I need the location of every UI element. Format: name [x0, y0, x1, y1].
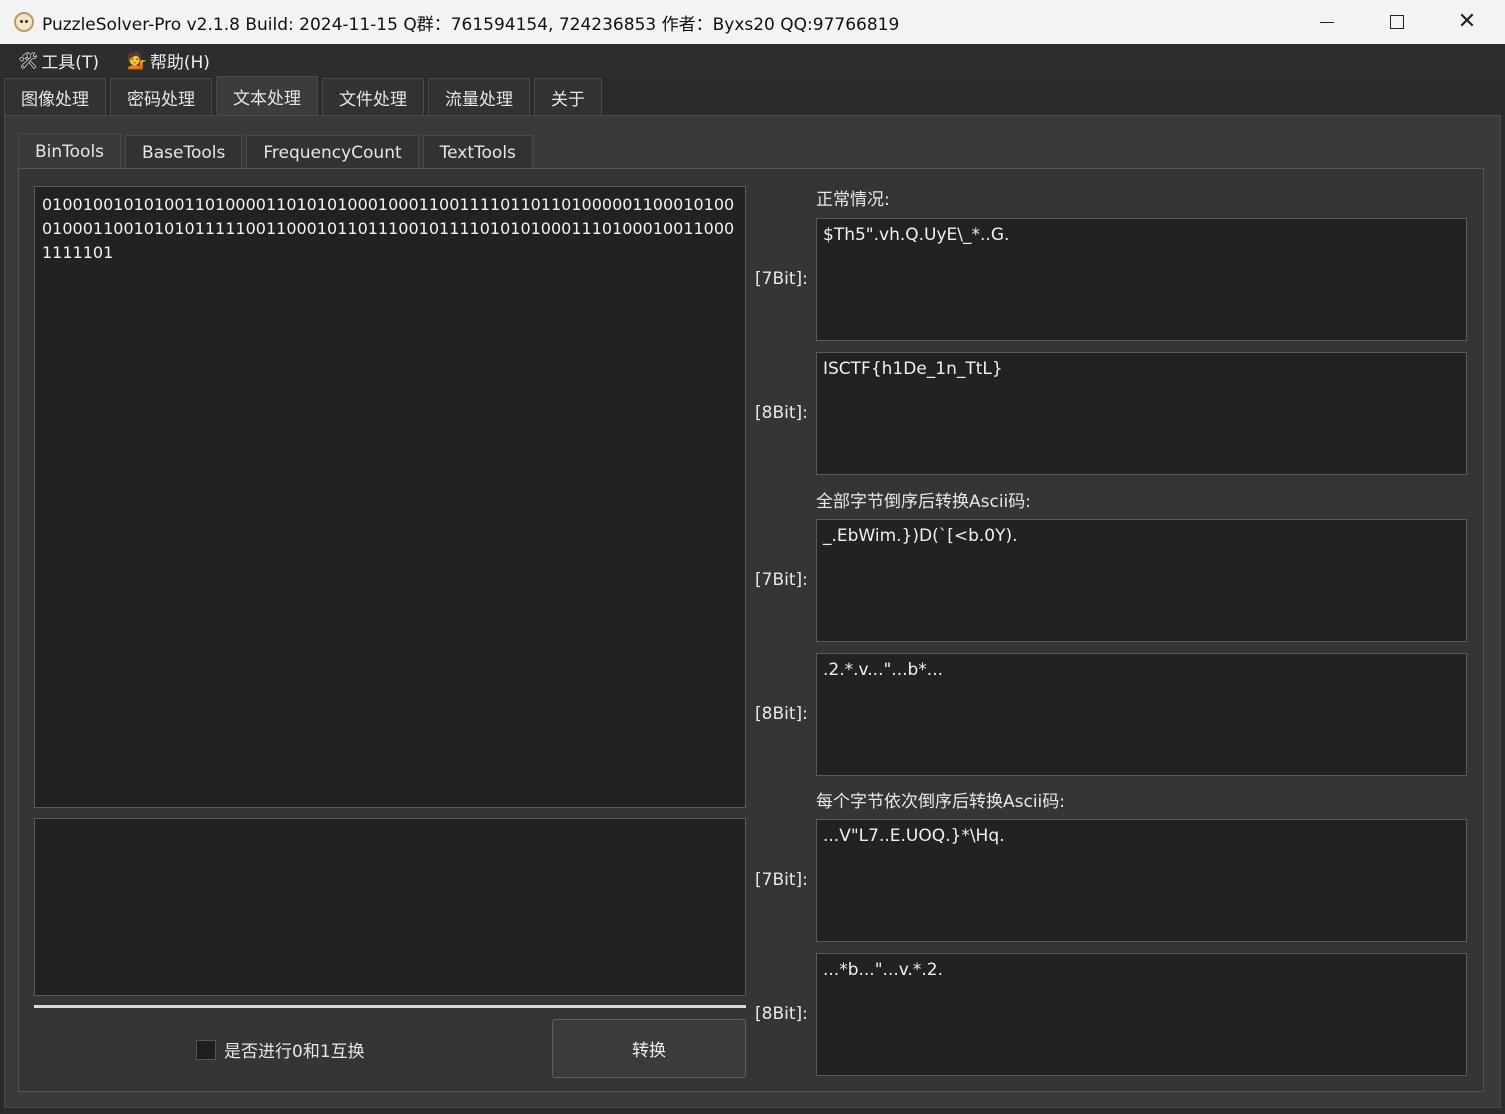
menu-bar: 🛠 工具(T) 💁 帮助(H): [0, 44, 1505, 76]
reverse-all-7bit-output[interactable]: _.EbWim.})D(`[<b.0Y).: [816, 519, 1467, 642]
tab-file[interactable]: 文件处理: [322, 78, 424, 116]
reverse-each-7bit-label: [7Bit]:: [755, 870, 808, 890]
reverse-each-8bit-label: [8Bit]:: [755, 1004, 808, 1024]
reverse-each-7bit-output[interactable]: ...V"L7..E.UOQ.}*\Hq.: [816, 819, 1467, 942]
reverse-all-7bit-label: [7Bit]:: [755, 570, 808, 590]
minimize-button[interactable]: [1292, 0, 1362, 44]
reverse-each-section-title: 每个字节依次倒序后转换Ascii码:: [816, 792, 1066, 812]
minimize-icon: [1320, 21, 1334, 23]
reverse-all-8bit-output[interactable]: .2.*.v..."...b*...: [816, 653, 1467, 776]
swap-label: 是否进行0和1互换: [224, 1042, 365, 1062]
help-person-icon: 💁: [126, 50, 147, 70]
reverse-all-section-title: 全部字节倒序后转换Ascii码:: [816, 492, 1032, 512]
close-button[interactable]: ✕: [1432, 0, 1502, 44]
tab-traffic[interactable]: 流量处理: [428, 78, 530, 116]
close-icon: ✕: [1457, 9, 1477, 34]
tab-image[interactable]: 图像处理: [4, 78, 106, 116]
app-icon: [12, 10, 36, 34]
normal-7bit-label: [7Bit]:: [755, 269, 808, 289]
reverse-all-8bit-label: [8Bit]:: [755, 704, 808, 724]
swap-checkbox[interactable]: [196, 1039, 216, 1060]
menu-help[interactable]: 💁 帮助(H): [109, 44, 220, 76]
menu-help-label: 帮助(H): [149, 52, 210, 73]
maximize-button[interactable]: [1362, 0, 1432, 44]
binary-input[interactable]: 0100100101010011010000110101010001000110…: [34, 186, 746, 808]
main-tab-bar: 图像处理 密码处理 文本处理 文件处理 流量处理 关于: [0, 76, 1505, 116]
convert-button[interactable]: 转换: [552, 1019, 746, 1078]
sub-tab-bar: BinTools BaseTools FrequencyCount TextTo…: [18, 133, 537, 170]
tab-crypto[interactable]: 密码处理: [110, 78, 212, 116]
maximize-icon: [1390, 15, 1404, 29]
progress-bar: [34, 1005, 746, 1008]
normal-section-title: 正常情况:: [816, 190, 890, 210]
menu-tools-label: 工具(T): [41, 52, 99, 73]
normal-7bit-output[interactable]: $Th5".vh.Q.UyE\_*..G.: [816, 218, 1467, 341]
window-title: PuzzleSolver-Pro v2.1.8 Build: 2024-11-1…: [42, 14, 900, 35]
tools-icon: 🛠: [18, 50, 39, 70]
normal-8bit-output[interactable]: ISCTF{h1De_1n_TtL}: [816, 352, 1467, 475]
tab-text[interactable]: 文本处理: [216, 76, 318, 116]
tab-texttools[interactable]: TextTools: [422, 135, 533, 170]
output-textarea[interactable]: [34, 818, 746, 996]
normal-8bit-label: [8Bit]:: [755, 403, 808, 423]
tab-bintools[interactable]: BinTools: [18, 133, 122, 170]
tab-basetools[interactable]: BaseTools: [125, 135, 243, 170]
swap-option[interactable]: 是否进行0和1互换: [196, 1037, 365, 1062]
tab-about[interactable]: 关于: [534, 78, 602, 116]
reverse-each-8bit-output[interactable]: ...*b..."...v.*.2.: [816, 953, 1467, 1076]
tab-frequencycount[interactable]: FrequencyCount: [246, 135, 419, 170]
menu-tools[interactable]: 🛠 工具(T): [0, 44, 109, 76]
title-bar: PuzzleSolver-Pro v2.1.8 Build: 2024-11-1…: [0, 0, 1505, 44]
